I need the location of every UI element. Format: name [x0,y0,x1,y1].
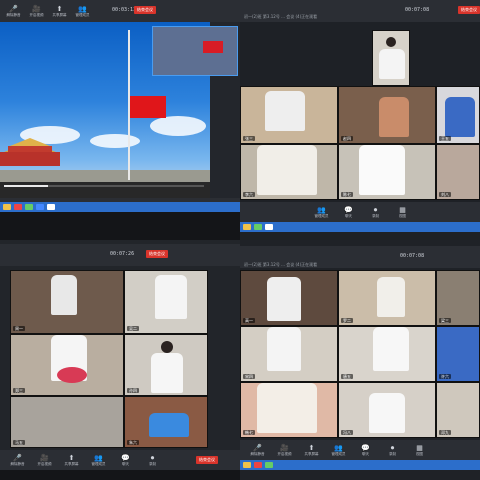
view-button[interactable]: ▦ 视图 [408,441,431,459]
cloud [90,134,140,148]
meeting-bottom-toolbar: 👥 管理成员 💬 聊天 ⏺ 录制 ▦ 视图 [240,202,480,222]
record-button[interactable]: ⏺ 录制 [364,203,387,221]
unmute-button[interactable]: 🎤 解除静音 [6,451,29,469]
app-icon[interactable] [36,204,44,210]
participant-tile[interactable]: 梁三 [436,270,480,326]
start-video-button[interactable]: 🎥 开启视频 [25,2,48,20]
chat-button[interactable]: 💬 聊天 [337,203,360,221]
unmute-button[interactable]: 🎤 解除静音 [2,2,25,20]
end-meeting-button[interactable]: 结束会议 [146,250,168,258]
national-flag [130,96,166,118]
video-progress-fill [4,185,48,187]
end-meeting-button[interactable]: 结束会议 [196,456,218,464]
end-meeting-button[interactable]: 结束会议 [458,6,480,14]
manage-members-button[interactable]: 👥 管理成员 [87,451,110,469]
meeting-bottom-toolbar: 🎤 解除静音 🎥 开启视频 ⬆ 共享屏幕 👥 管理成员 💬 聊天 ⏺ 录制 ▦ 视图 [240,440,480,460]
meeting-timer: 00:07:26 [110,251,135,257]
shared-video [0,22,240,198]
video-controls [0,182,210,198]
pip-flag [203,41,223,53]
camera-icon: 🎥 [32,4,41,13]
participant-tile[interactable]: 高一 [240,270,338,326]
meeting-timer: 00:03:13 [112,7,137,13]
participant-tile[interactable]: 陈七 [338,144,436,200]
participant-tile[interactable]: 韩七 [240,382,338,438]
manage-members-button[interactable]: 👥 管理成员 [71,2,94,20]
quadrant-shared-screen: 🎤 解除静音 🎥 开启视频 ⬆ 共享屏幕 👥 管理成员 00:03:13 结束会议 [0,0,240,240]
participant-tile[interactable]: 吴二 [124,270,208,334]
members-icon: 👥 [78,4,87,13]
participant-tile[interactable]: 许六 [436,326,480,382]
chat-button[interactable]: 💬 聊天 [354,441,377,459]
participant-tile[interactable]: 罗二 [338,270,436,326]
chat-button[interactable]: 💬 聊天 [114,451,137,469]
participant-tile[interactable]: 冯八 [338,382,436,438]
meeting-top-toolbar: 00:07:26 结束会议 [0,244,240,266]
start-video-button[interactable]: 🎥 开启视频 [273,441,296,459]
participant-tile[interactable]: 孙四 [124,334,208,396]
meeting-title: 初一(2)班 第3.12号 ... 会议 (4)正在观看 [244,14,318,19]
meeting-timer: 00:07:08 [405,7,430,13]
picture-in-picture[interactable] [152,26,238,76]
record-button[interactable]: ⏺ 录制 [141,451,164,469]
participant-tile[interactable]: 朱六 [124,396,208,448]
participant-tile[interactable]: 张三 [240,86,338,144]
tiananmen-gate [0,138,60,166]
meeting-title: 初一(2)班 第3.12号 ... 会议 (4)正在观看 [244,262,318,267]
microphone-icon: 🎤 [9,4,18,13]
participant-tile[interactable]: 郑三 [10,334,124,396]
quadrant-gallery-top-right: 00:07:08 结束会议 初一(2)班 第3.12号 ... 会议 (4)正在… [240,0,480,240]
windows-taskbar [0,202,240,212]
end-meeting-button[interactable]: 结束会议 [134,6,156,14]
participant-tile[interactable]: 李六 [240,144,338,200]
start-video-button[interactable]: 🎥 开启视频 [33,451,56,469]
manage-members-button[interactable]: 👥 管理成员 [327,441,350,459]
quadrant-gallery-bottom-right: 00:07:08 初一(2)班 第3.12号 ... 会议 (4)正在观看 高一… [240,240,480,480]
participant-tile[interactable]: 周一 [10,270,124,334]
participant-tile[interactable]: 马五 [10,396,124,448]
participant-tile[interactable]: 刘八 [436,144,480,200]
windows-taskbar [240,222,480,232]
participant-tile[interactable]: 宋四 [240,326,338,382]
participant-tile[interactable]: 唐五 [338,326,436,382]
quadrant-gallery-bottom-left: 00:07:26 结束会议 周一 吴二 郑三 孙四 马五 朱六 🎤 解除静音 🎥 开… [0,240,240,480]
app-icon[interactable] [47,204,55,210]
record-button[interactable]: ⏺ 录制 [381,441,404,459]
participant-tile[interactable]: 邓九 [436,382,480,438]
participant-tile[interactable]: 赵四 [338,86,436,144]
monitor-bezel [0,470,240,480]
share-icon: ⬆ [56,4,63,13]
view-button[interactable]: ▦ 视图 [391,203,414,221]
cloud [150,116,206,136]
video-progress[interactable] [4,185,204,187]
windows-taskbar [240,460,480,470]
manage-members-button[interactable]: 👥 管理成员 [310,203,333,221]
app-icon[interactable] [14,204,22,210]
meeting-timer: 00:07:08 [400,253,425,259]
meeting-bottom-toolbar: 🎤 解除静音 🎥 开启视频 ⬆ 共享屏幕 👥 管理成员 💬 聊天 ⏺ 录制 结束会议 [0,450,240,470]
folder-icon[interactable] [3,204,11,210]
share-screen-button[interactable]: ⬆ 共享屏幕 [48,2,71,20]
participant-tile[interactable] [372,30,410,86]
meeting-top-toolbar: 🎤 解除静音 🎥 开启视频 ⬆ 共享屏幕 👥 管理成员 00:03:13 结束会议 [0,0,240,22]
unmute-button[interactable]: 🎤 解除静音 [246,441,269,459]
share-screen-button[interactable]: ⬆ 共享屏幕 [60,451,83,469]
monitor-bezel [0,212,240,240]
app-icon[interactable] [25,204,33,210]
share-screen-button[interactable]: ⬆ 共享屏幕 [300,441,323,459]
participant-tile[interactable]: 王五 [436,86,480,144]
